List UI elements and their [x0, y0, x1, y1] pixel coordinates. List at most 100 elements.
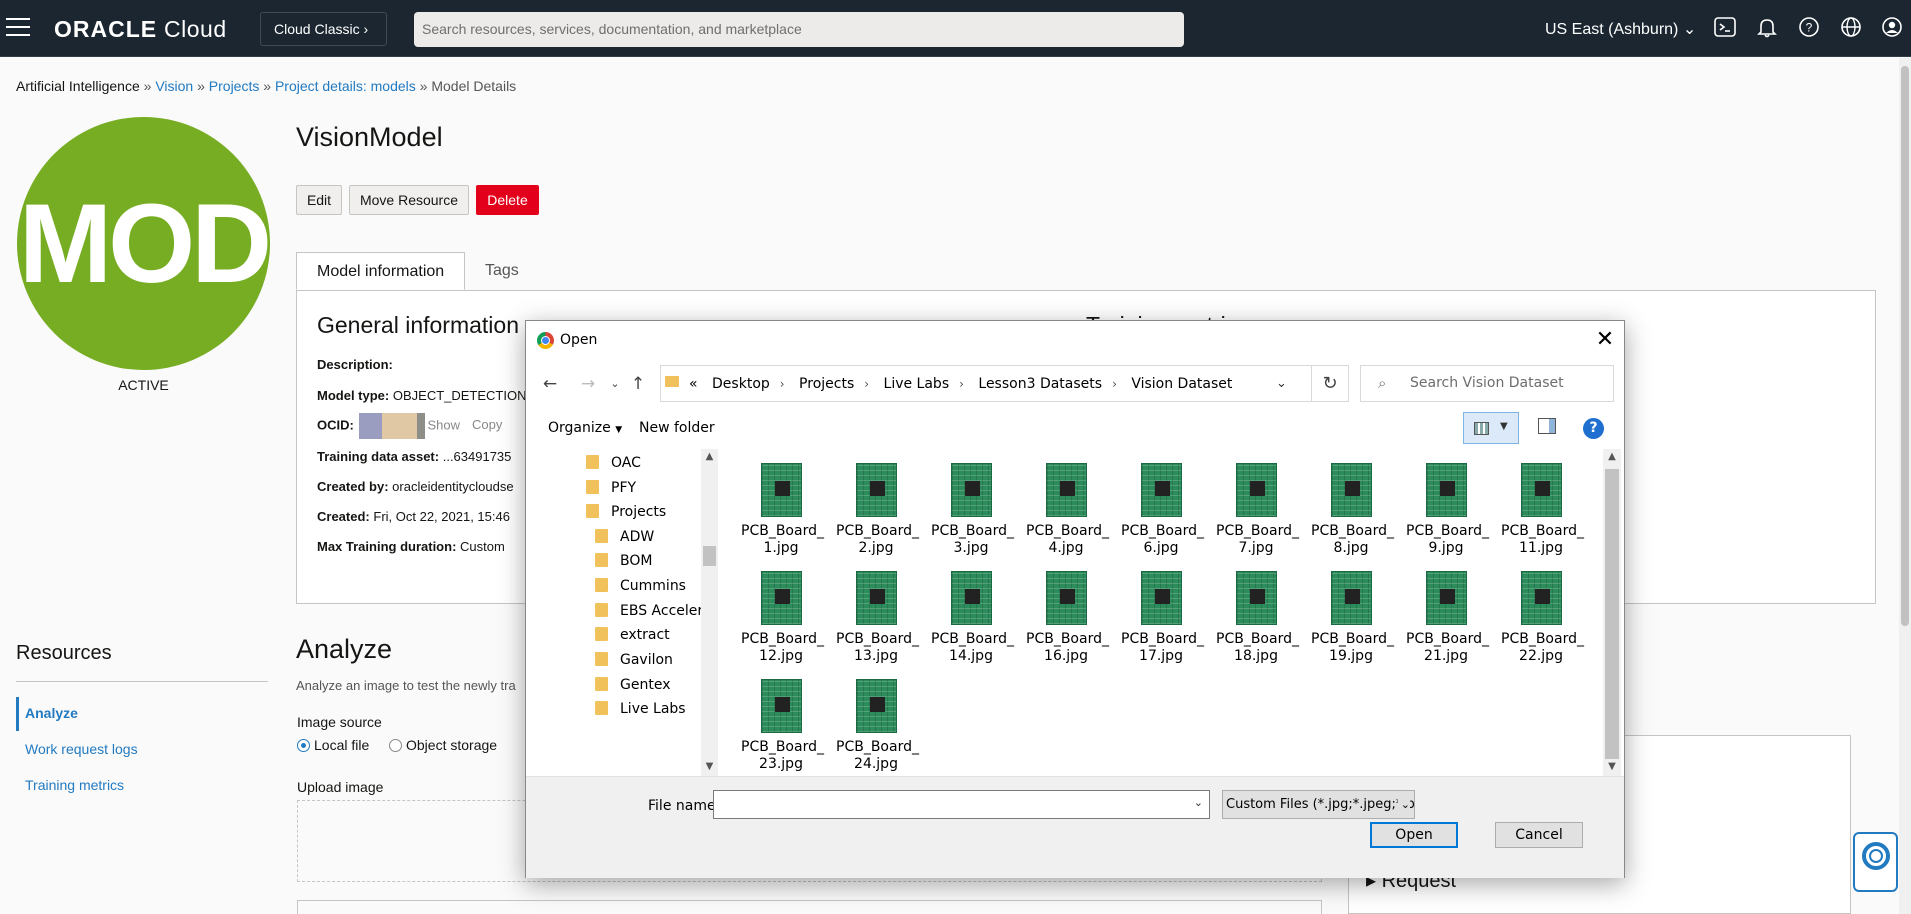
help-icon[interactable]: ?: [1797, 16, 1821, 40]
radio-object-storage[interactable]: Object storage: [389, 737, 497, 753]
region-selector[interactable]: US East (Ashburn) ⌄: [1545, 19, 1696, 39]
menu-icon[interactable]: [6, 18, 30, 38]
chevron-down-icon[interactable]: ⌄: [1276, 376, 1287, 391]
tab-model-information[interactable]: Model information: [296, 252, 466, 290]
edit-button[interactable]: Edit: [296, 185, 342, 215]
scroll-up-icon[interactable]: ▲: [701, 451, 718, 462]
tree-scrollbar[interactable]: ▲ ▼: [701, 449, 718, 776]
cancel-button[interactable]: Cancel: [1495, 822, 1583, 848]
change-view-button[interactable]: ▼: [1463, 412, 1519, 444]
file-name-input[interactable]: ⌄: [713, 790, 1210, 819]
tree-item-projects[interactable]: Projects: [586, 504, 666, 520]
preview-pane-icon[interactable]: [1538, 418, 1556, 434]
tree-item-gentex[interactable]: Gentex: [595, 677, 670, 693]
path-segment-live-labs[interactable]: Live Labs: [884, 376, 950, 392]
file-item[interactable]: PCB_Board_ 3.jpg: [931, 457, 1014, 557]
path-segment-lesson3[interactable]: Lesson3 Datasets: [978, 376, 1102, 392]
lifebuoy-help-icon[interactable]: [1853, 832, 1898, 892]
breadcrumb-link-projects[interactable]: Projects: [209, 78, 260, 94]
file-type-filter-select[interactable]: Custom Files (*.jpg;*.jpeg;*.png; ⌄: [1222, 790, 1415, 819]
chevron-right-icon[interactable]: ›: [1112, 377, 1117, 391]
tree-item-extract[interactable]: extract: [595, 627, 670, 643]
file-item[interactable]: PCB_Board_ 13.jpg: [836, 565, 919, 665]
user-profile-icon[interactable]: [1880, 16, 1904, 40]
move-resource-button[interactable]: Move Resource: [349, 185, 469, 215]
cloud-classic-button[interactable]: Cloud Classic ›: [260, 12, 387, 46]
scroll-up-icon[interactable]: ▲: [1603, 451, 1621, 462]
globe-icon[interactable]: [1839, 16, 1863, 40]
file-item[interactable]: PCB_Board_ 24.jpg: [836, 673, 919, 773]
file-item[interactable]: PCB_Board_ 19.jpg: [1311, 565, 1394, 665]
help-icon[interactable]: ?: [1583, 418, 1604, 439]
path-segment-vision-dataset[interactable]: Vision Dataset: [1131, 376, 1232, 392]
file-item[interactable]: PCB_Board_ 23.jpg: [741, 673, 824, 773]
tab-tags[interactable]: Tags: [465, 252, 539, 290]
breadcrumb-link-vision[interactable]: Vision: [155, 78, 193, 94]
cloud-shell-icon[interactable]: [1713, 16, 1737, 40]
scroll-down-icon[interactable]: ▼: [1603, 761, 1621, 772]
file-item[interactable]: PCB_Board_ 1.jpg: [741, 457, 824, 557]
file-item[interactable]: PCB_Board_ 11.jpg: [1501, 457, 1584, 557]
file-item[interactable]: PCB_Board_ 21.jpg: [1406, 565, 1489, 665]
oracle-cloud-logo[interactable]: ORACLE Cloud: [54, 16, 227, 43]
folder-search-input[interactable]: ⌕ Search Vision Dataset: [1360, 365, 1614, 402]
organize-menu[interactable]: Organize ▼: [548, 420, 622, 436]
ocid-copy-link[interactable]: Copy: [472, 417, 502, 432]
path-segment-projects[interactable]: Projects: [799, 376, 854, 392]
file-item[interactable]: PCB_Board_ 14.jpg: [931, 565, 1014, 665]
tree-item-cummins[interactable]: Cummins: [595, 578, 686, 594]
tree-item-pfy[interactable]: PFY: [586, 480, 636, 496]
scrollbar-thumb[interactable]: [703, 546, 716, 566]
file-item[interactable]: PCB_Board_ 9.jpg: [1406, 457, 1489, 557]
ocid-show-link[interactable]: Show: [427, 417, 460, 432]
file-name-label: 19.jpg: [1329, 648, 1373, 664]
tree-item-oac[interactable]: OAC: [586, 455, 641, 471]
bell-icon[interactable]: [1755, 16, 1779, 40]
global-search-input[interactable]: Search resources, services, documentatio…: [414, 12, 1184, 47]
file-item[interactable]: PCB_Board_ 2.jpg: [836, 457, 919, 557]
resource-link-analyze[interactable]: Analyze: [25, 705, 78, 721]
forward-arrow-icon[interactable]: →: [577, 373, 599, 395]
address-bar[interactable]: « Desktop › Projects › Live Labs › Lesson3 …: [660, 365, 1312, 402]
caret-down-icon[interactable]: ▼: [1500, 421, 1508, 432]
file-item[interactable]: PCB_Board_ 18.jpg: [1216, 565, 1299, 665]
delete-button[interactable]: Delete: [476, 185, 539, 215]
tree-item-adw[interactable]: ADW: [595, 529, 654, 545]
file-item[interactable]: PCB_Board_ 12.jpg: [741, 565, 824, 665]
file-item[interactable]: PCB_Board_ 4.jpg: [1026, 457, 1109, 557]
file-list-scrollbar[interactable]: ▲ ▼: [1603, 449, 1621, 776]
tree-item-live-labs[interactable]: Live Labs: [595, 701, 686, 717]
recent-locations-chevron-icon[interactable]: ⌄: [604, 373, 626, 395]
tree-item-bom[interactable]: BOM: [595, 553, 652, 569]
chevron-down-icon[interactable]: ⌄: [1194, 796, 1203, 809]
page-scrollbar[interactable]: [1899, 58, 1911, 914]
resource-link-work-request-logs[interactable]: Work request logs: [25, 741, 138, 757]
path-segment-desktop[interactable]: Desktop: [712, 376, 770, 392]
file-item[interactable]: PCB_Board_ 8.jpg: [1311, 457, 1394, 557]
page-title: VisionModel: [296, 122, 443, 152]
chevron-right-icon[interactable]: ›: [864, 377, 869, 391]
radio-local-file[interactable]: Local file: [297, 737, 369, 753]
chevron-right-icon[interactable]: ›: [959, 377, 964, 391]
scrollbar-thumb[interactable]: [1605, 469, 1619, 759]
file-item[interactable]: PCB_Board_ 17.jpg: [1121, 565, 1204, 665]
tree-item-ebs-acceler[interactable]: EBS Acceler: [595, 603, 703, 619]
close-icon[interactable]: ✕: [1590, 327, 1620, 353]
scrollbar-thumb[interactable]: [1901, 66, 1909, 626]
breadcrumb-link-project-details[interactable]: Project details: models: [275, 78, 416, 94]
file-item[interactable]: PCB_Board_ 16.jpg: [1026, 565, 1109, 665]
open-button[interactable]: Open: [1370, 822, 1458, 848]
up-arrow-icon[interactable]: ↑: [627, 373, 649, 395]
file-name-label: 8.jpg: [1333, 540, 1369, 556]
path-overflow[interactable]: «: [689, 376, 698, 392]
chevron-right-icon[interactable]: ›: [780, 377, 785, 391]
tree-item-gavilon[interactable]: Gavilon: [595, 652, 673, 668]
back-arrow-icon[interactable]: ←: [539, 373, 561, 395]
file-item[interactable]: PCB_Board_ 22.jpg: [1501, 565, 1584, 665]
file-item[interactable]: PCB_Board_ 7.jpg: [1216, 457, 1299, 557]
refresh-icon[interactable]: ↻: [1312, 365, 1349, 402]
file-item[interactable]: PCB_Board_ 6.jpg: [1121, 457, 1204, 557]
resource-link-training-metrics[interactable]: Training metrics: [25, 777, 124, 793]
new-folder-button[interactable]: New folder: [639, 420, 715, 436]
scroll-down-icon[interactable]: ▼: [701, 761, 718, 772]
